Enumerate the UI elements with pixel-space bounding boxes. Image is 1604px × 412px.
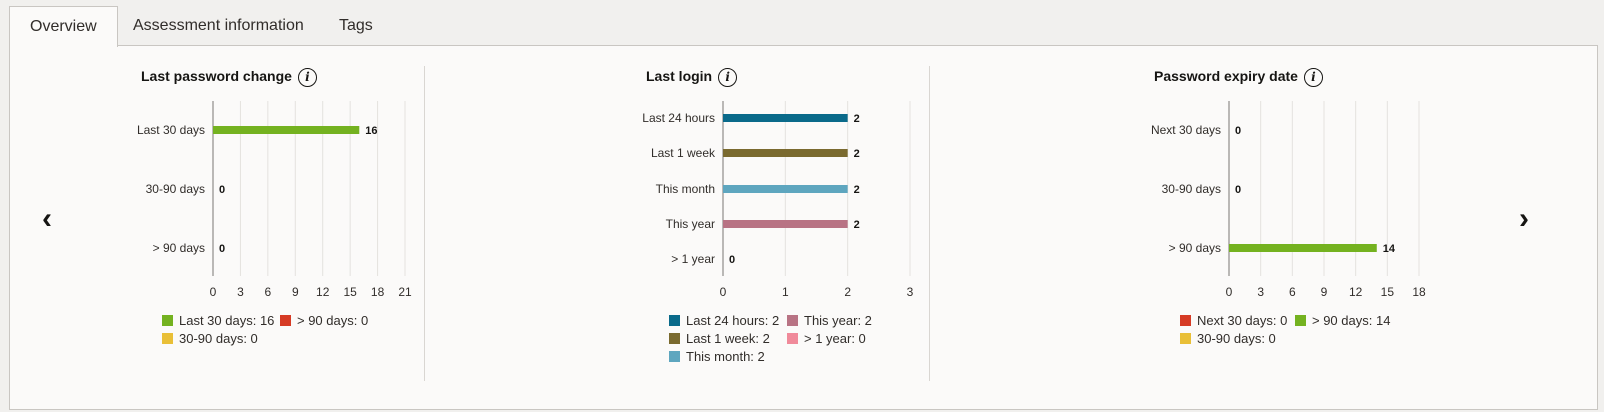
- x-tick-label: 3: [1257, 285, 1264, 299]
- legend-label: > 90 days: 0: [297, 313, 369, 328]
- password-expiry-date-chart: 0 3 6 9 12 15 18 Next 30 days 0 30-90 days 0 > 90 d…: [1151, 101, 1426, 299]
- x-tick-label: 18: [1412, 285, 1426, 299]
- legend-label: > 90 days: 14: [1312, 313, 1391, 328]
- legend-swatch: [787, 333, 798, 344]
- tab-bar: Overview Assessment information Tags: [0, 0, 1604, 47]
- legend-swatch: [669, 333, 680, 344]
- tab-tags[interactable]: Tags: [319, 6, 393, 46]
- legend-swatch: [1180, 333, 1191, 344]
- legend-swatch: [669, 351, 680, 362]
- legend-swatch: [787, 315, 798, 326]
- legend-swatch: [162, 333, 173, 344]
- legend-swatch: [162, 315, 173, 326]
- legend-swatch: [1295, 315, 1306, 326]
- legend-label: 30-90 days: 0: [179, 331, 258, 346]
- bar-value-label: 0: [1235, 125, 1241, 137]
- y-category-label: Next 30 days: [1151, 123, 1221, 137]
- legend-item[interactable]: > 90 days: 14: [1295, 313, 1390, 329]
- legend-item[interactable]: This month: 2: [669, 349, 765, 365]
- legend-item[interactable]: Last 30 days: 16: [162, 313, 274, 329]
- x-tick-label: 15: [1381, 285, 1395, 299]
- legend-item[interactable]: This year: 2: [787, 313, 872, 329]
- x-tick-label: 0: [1226, 285, 1233, 299]
- bar-value-label: 0: [1235, 184, 1241, 196]
- legend-label: Last 1 week: 2: [686, 331, 770, 346]
- legend-label: This year: 2: [804, 313, 872, 328]
- legend-label: This month: 2: [686, 349, 765, 364]
- legend-swatch: [1180, 315, 1191, 326]
- bar-value-label: 14: [1383, 243, 1396, 255]
- legend-label: > 1 year: 0: [804, 331, 866, 346]
- legend-item[interactable]: 30-90 days: 0: [1180, 331, 1276, 347]
- legend-item[interactable]: > 1 year: 0: [787, 331, 866, 347]
- legend-swatch: [280, 315, 291, 326]
- legend-label: 30-90 days: 0: [1197, 331, 1276, 346]
- overview-panel: ‹ › Last password change i 0 3 6 9 12 15 18 21 La…: [9, 45, 1598, 410]
- legend-item[interactable]: Next 30 days: 0: [1180, 313, 1287, 329]
- carousel-next-button[interactable]: ›: [1512, 204, 1536, 234]
- legend-label: Next 30 days: 0: [1197, 313, 1288, 328]
- legend-item[interactable]: Last 1 week: 2: [669, 331, 770, 347]
- x-tick-label: 9: [1321, 285, 1328, 299]
- legend-item[interactable]: 30-90 days: 0: [162, 331, 258, 347]
- tab-overview[interactable]: Overview: [9, 6, 118, 47]
- bar[interactable]: [1229, 244, 1377, 252]
- legend-item[interactable]: > 90 days: 0: [280, 313, 368, 329]
- legend-item[interactable]: Last 24 hours: 2: [669, 313, 779, 329]
- legend-label: Last 24 hours: 2: [686, 313, 780, 328]
- x-tick-label: 6: [1289, 285, 1296, 299]
- y-category-label: > 90 days: [1169, 241, 1221, 255]
- y-category-label: 30-90 days: [1162, 182, 1221, 196]
- tab-assessment-information[interactable]: Assessment information: [113, 6, 324, 46]
- x-tick-label: 12: [1349, 285, 1363, 299]
- legend-label: Last 30 days: 16: [179, 313, 275, 328]
- legend-swatch: [669, 315, 680, 326]
